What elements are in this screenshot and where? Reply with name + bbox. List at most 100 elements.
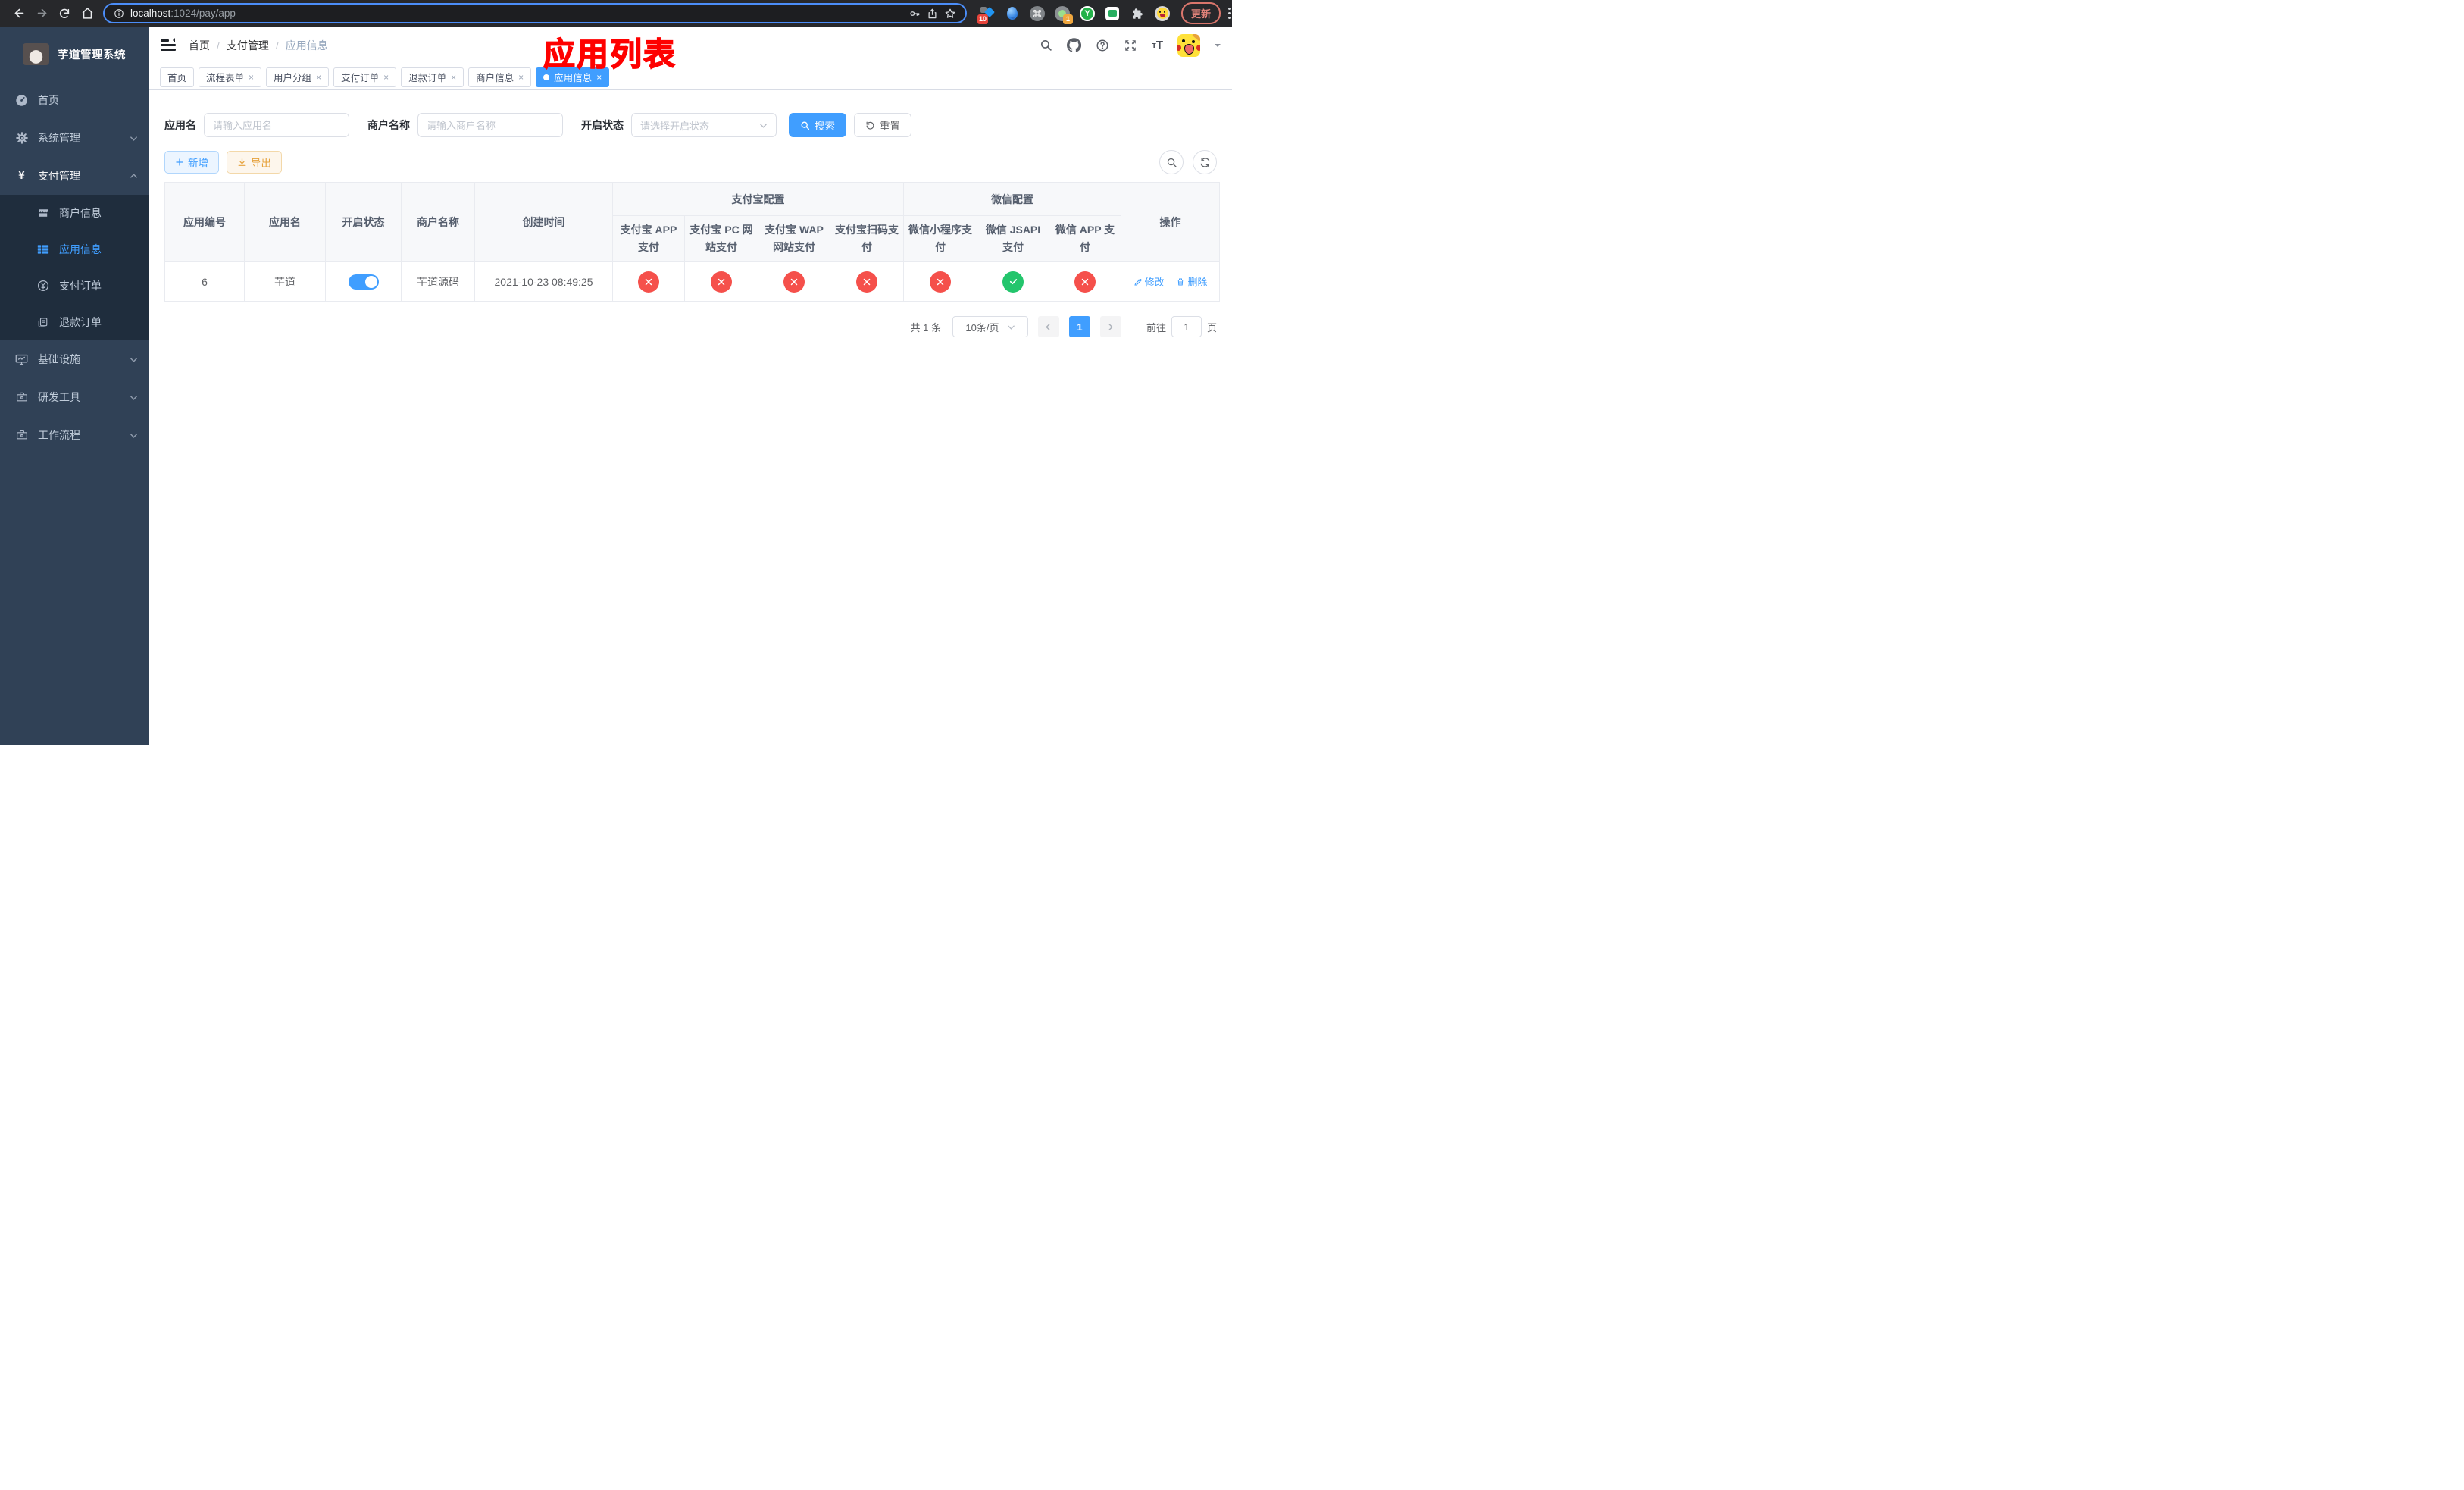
password-key-icon[interactable] bbox=[908, 8, 921, 20]
tab-pay-order[interactable]: 支付订单 × bbox=[333, 67, 397, 87]
extension-sketch-icon[interactable]: 10 bbox=[977, 5, 996, 24]
screen: localhost:1024/pay/app 10 1 Y 更新 芋道管理系统 … bbox=[0, 0, 1232, 745]
sidebar-item-refund-order[interactable]: 退款订单 bbox=[0, 304, 149, 340]
tags-view: 首页 流程表单 × 用户分组 × 支付订单 × 退款订单 × 商户信息 × 应用信息 × bbox=[149, 64, 1232, 90]
sidebar-item-label: 支付管理 bbox=[38, 170, 80, 182]
enabled-toggle[interactable] bbox=[348, 274, 379, 290]
sidebar-item-home[interactable]: 首页 bbox=[0, 81, 149, 119]
goto-page-input[interactable] bbox=[1171, 316, 1202, 337]
sidebar-item-workflow[interactable]: 工作流程 bbox=[0, 416, 149, 454]
tab-process-form[interactable]: 流程表单 × bbox=[199, 67, 262, 87]
close-icon[interactable]: × bbox=[249, 73, 254, 82]
breadcrumb-home[interactable]: 首页 bbox=[189, 38, 210, 53]
extension-command-icon[interactable] bbox=[1029, 5, 1046, 22]
yen-icon: ¥ bbox=[18, 169, 25, 182]
browser-home-icon[interactable] bbox=[76, 2, 98, 25]
sidebar-item-label: 支付订单 bbox=[59, 280, 102, 292]
table-row: 6 芋道 芋道源码 2021-10-23 08:49:25 修改 删除 bbox=[164, 261, 1221, 302]
prev-page-button[interactable] bbox=[1037, 316, 1059, 337]
sidebar-item-merchant-info[interactable]: 商户信息 bbox=[0, 195, 149, 231]
add-button[interactable]: 新增 bbox=[164, 151, 219, 174]
page-size-select[interactable]: 10条/页 bbox=[952, 316, 1028, 337]
chevron-down-icon bbox=[130, 431, 138, 440]
browser-back-icon[interactable] bbox=[8, 2, 30, 25]
payment-submenu: 商户信息 应用信息 支付订单 退款订单 bbox=[0, 195, 149, 340]
sidebar-item-system[interactable]: 系统管理 bbox=[0, 119, 149, 157]
extension-recorder-icon[interactable]: 1 bbox=[1054, 5, 1073, 24]
export-button[interactable]: 导出 bbox=[227, 151, 282, 174]
extensions-puzzle-icon[interactable] bbox=[1129, 5, 1146, 22]
browser-menu-icon[interactable] bbox=[1228, 7, 1231, 20]
cell-actions: 修改 删除 bbox=[1121, 261, 1221, 302]
download-icon bbox=[238, 158, 246, 166]
site-info-icon[interactable] bbox=[114, 8, 124, 19]
merchant-name-input[interactable] bbox=[417, 113, 563, 137]
font-size-icon[interactable]: тT bbox=[1152, 39, 1163, 52]
sidebar-logo[interactable]: 芋道管理系统 bbox=[0, 27, 149, 81]
browser-toolbar: localhost:1024/pay/app 10 1 Y 更新 bbox=[0, 0, 1232, 27]
tab-user-group[interactable]: 用户分组 × bbox=[266, 67, 330, 87]
status-select[interactable]: 请选择开启状态 bbox=[631, 113, 777, 137]
column-header-wechat-jsapi: 微信 JSAPI 支付 bbox=[977, 215, 1049, 262]
gear-icon bbox=[15, 132, 28, 144]
cell-app-id: 6 bbox=[164, 261, 245, 302]
sidebar-item-pay-order[interactable]: 支付订单 bbox=[0, 268, 149, 304]
app-name-input[interactable] bbox=[204, 113, 349, 137]
next-page-button[interactable] bbox=[1099, 316, 1121, 337]
column-header-alipay-app: 支付宝 APP 支付 bbox=[612, 215, 685, 262]
sidebar-item-app-info[interactable]: 应用信息 bbox=[0, 231, 149, 268]
edit-link[interactable]: 修改 bbox=[1134, 274, 1165, 289]
help-icon[interactable] bbox=[1096, 39, 1109, 52]
page-number-button[interactable]: 1 bbox=[1068, 316, 1090, 337]
status-success-icon bbox=[1002, 271, 1024, 293]
breadcrumb-payment[interactable]: 支付管理 bbox=[227, 38, 269, 53]
cell-created: 2021-10-23 08:49:25 bbox=[474, 261, 613, 302]
search-icon bbox=[801, 121, 810, 130]
address-bar[interactable]: localhost:1024/pay/app bbox=[103, 3, 967, 23]
user-avatar[interactable] bbox=[1177, 33, 1200, 57]
close-icon[interactable]: × bbox=[316, 73, 321, 82]
cell-enabled bbox=[325, 261, 402, 302]
plus-icon bbox=[176, 158, 183, 166]
sidebar-item-infrastructure[interactable]: 基础设施 bbox=[0, 340, 149, 378]
sidebar-item-label: 首页 bbox=[38, 94, 59, 106]
github-icon[interactable] bbox=[1067, 38, 1082, 52]
toggle-search-button[interactable] bbox=[1159, 150, 1184, 174]
extension-y-icon[interactable]: Y bbox=[1079, 5, 1096, 22]
close-icon[interactable]: × bbox=[518, 73, 524, 82]
sidebar-collapse-icon[interactable] bbox=[161, 38, 176, 51]
browser-reload-icon[interactable] bbox=[53, 2, 76, 25]
tab-merchant-info[interactable]: 商户信息 × bbox=[468, 67, 532, 87]
refresh-table-button[interactable] bbox=[1193, 150, 1217, 174]
delete-link[interactable]: 删除 bbox=[1176, 274, 1207, 289]
close-icon[interactable]: × bbox=[451, 73, 456, 82]
tab-refund-order[interactable]: 退款订单 × bbox=[401, 67, 464, 87]
dashboard-icon bbox=[15, 94, 28, 107]
share-icon[interactable] bbox=[927, 8, 938, 20]
bookmark-star-icon[interactable] bbox=[944, 8, 956, 20]
tab-home[interactable]: 首页 bbox=[160, 67, 195, 87]
browser-profile-avatar[interactable] bbox=[1154, 5, 1171, 22]
extension-balloon-icon[interactable] bbox=[1004, 5, 1021, 22]
sidebar-item-payment[interactable]: ¥ 支付管理 bbox=[0, 157, 149, 195]
reset-button[interactable]: 重置 bbox=[854, 113, 911, 137]
close-icon[interactable]: × bbox=[383, 73, 389, 82]
chrome-update-button[interactable]: 更新 bbox=[1181, 2, 1221, 24]
breadcrumb-separator: / bbox=[217, 39, 220, 52]
breadcrumb: 首页 / 支付管理 / 应用信息 bbox=[189, 38, 328, 53]
toggle-knob bbox=[364, 275, 377, 288]
storefront-icon bbox=[36, 207, 49, 219]
sidebar-item-devtools[interactable]: 研发工具 bbox=[0, 378, 149, 416]
search-icon[interactable] bbox=[1040, 39, 1052, 52]
cell-alipay-pc bbox=[684, 261, 758, 302]
status-fail-icon bbox=[783, 271, 805, 293]
status-fail-icon bbox=[711, 271, 732, 293]
breadcrumb-current: 应用信息 bbox=[285, 39, 328, 52]
search-button[interactable]: 搜索 bbox=[789, 113, 846, 137]
fullscreen-icon[interactable] bbox=[1124, 39, 1137, 52]
cell-wechat-lite bbox=[903, 261, 977, 302]
extension-chat-icon[interactable] bbox=[1104, 5, 1121, 22]
browser-forward-icon[interactable] bbox=[30, 2, 53, 25]
cell-alipay-app bbox=[612, 261, 685, 302]
avatar-caret-icon[interactable] bbox=[1215, 43, 1221, 50]
